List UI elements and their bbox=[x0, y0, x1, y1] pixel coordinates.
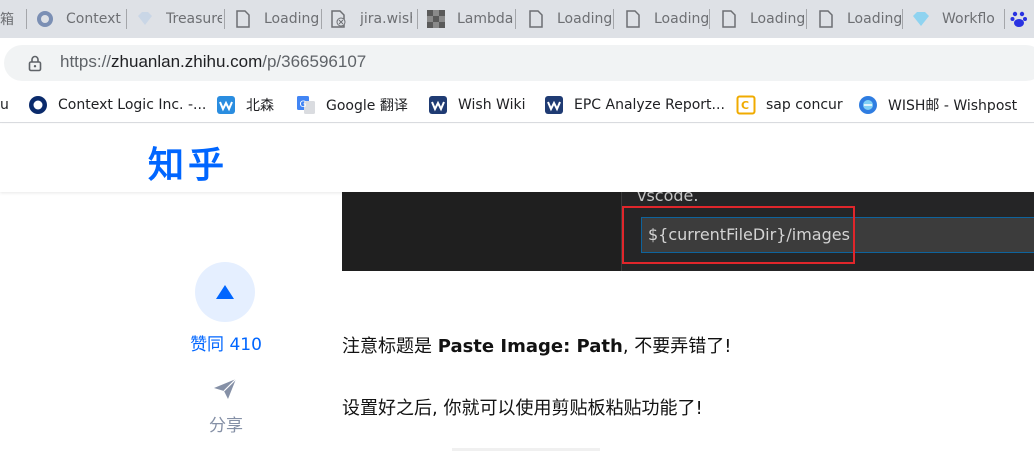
bookmark-epc-analyze[interactable]: EPC Analyze Report... bbox=[544, 87, 725, 122]
triangle-up-icon bbox=[216, 285, 234, 299]
bookmark-context-logic[interactable]: Context Logic Inc. -... bbox=[28, 87, 207, 122]
wishpost-icon bbox=[858, 95, 878, 115]
bookmark-label: WISH邮 - Wishpost bbox=[888, 98, 1018, 114]
tab-baidu[interactable] bbox=[1010, 0, 1034, 38]
page-error-icon bbox=[330, 10, 348, 28]
bookmark-wish-wiki[interactable]: Wish Wiki bbox=[428, 87, 526, 122]
article-content: vscode. ${currentFileDir}/images 赞同 410 … bbox=[0, 192, 1034, 451]
tab-separator bbox=[613, 9, 614, 29]
url-text[interactable]: https://zhuanlan.zhihu.com/p/366596107 bbox=[60, 52, 366, 72]
paragraph-text: 注意标题是 bbox=[342, 336, 438, 357]
wish-icon bbox=[544, 95, 564, 115]
page-icon bbox=[817, 10, 835, 28]
tab-context[interactable]: Context bbox=[36, 0, 122, 38]
gem-icon bbox=[136, 10, 154, 28]
tab-title: Workflo bbox=[942, 11, 995, 27]
zhihu-logo[interactable]: 知乎 bbox=[148, 136, 228, 188]
svg-text:G: G bbox=[300, 100, 307, 110]
page-icon bbox=[527, 10, 545, 28]
tab-loading-3[interactable]: Loading bbox=[624, 0, 708, 38]
tab-loading-5[interactable]: Loading bbox=[817, 0, 901, 38]
url-host: zhuanlan.zhihu.com bbox=[111, 52, 263, 71]
tab-jira[interactable]: jira.wish bbox=[330, 0, 412, 38]
tab-treasure[interactable]: Treasure bbox=[136, 0, 222, 38]
bookmark-label: Google 翻译 bbox=[326, 98, 408, 114]
tab-separator bbox=[902, 9, 903, 29]
paw-icon bbox=[1010, 10, 1028, 28]
address-bar[interactable]: https://zhuanlan.zhihu.com/p/366596107 bbox=[4, 45, 1034, 81]
tab-separator bbox=[321, 9, 322, 29]
bookmark-label: sap concur bbox=[766, 97, 843, 113]
page-icon bbox=[720, 10, 738, 28]
article-paragraph: 注意标题是 Paste Image: Path, 不要弄错了! bbox=[342, 332, 732, 358]
paragraph-bold-text: Paste Image: Path bbox=[437, 336, 623, 357]
tab-separator bbox=[224, 9, 225, 29]
bookmarks-bar: u Context Logic Inc. -... 北森 G Google 翻译… bbox=[0, 87, 1034, 123]
bookmark-beisen[interactable]: 北森 bbox=[216, 87, 274, 122]
paragraph-text: , 不要弄错了! bbox=[622, 336, 732, 357]
highlight-box bbox=[622, 206, 855, 264]
tab-mail[interactable]: 箱 bbox=[0, 0, 26, 38]
google-translate-icon: G bbox=[296, 95, 316, 115]
tab-separator bbox=[515, 9, 516, 29]
tab-title: Loading bbox=[847, 11, 901, 27]
tab-lambda[interactable]: Lambda bbox=[427, 0, 513, 38]
lock-icon[interactable] bbox=[26, 54, 44, 72]
share-button[interactable]: 分享 bbox=[176, 411, 276, 436]
tab-separator bbox=[126, 9, 127, 29]
bookmark-label: Wish Wiki bbox=[458, 97, 526, 113]
tab-separator bbox=[806, 9, 807, 29]
tab-loading-2[interactable]: Loading bbox=[527, 0, 611, 38]
diamond-icon bbox=[912, 10, 930, 28]
circle-favicon-icon bbox=[36, 10, 54, 28]
bookmark-label: EPC Analyze Report... bbox=[574, 97, 725, 113]
zhihu-header: 知乎 bbox=[0, 124, 1034, 192]
beisen-icon bbox=[216, 95, 236, 115]
article-paragraph: 设置好之后, 你就可以使用剪贴板粘贴功能了! bbox=[342, 398, 703, 419]
tab-separator bbox=[1004, 9, 1005, 29]
tab-workflow[interactable]: Workflo bbox=[912, 0, 1004, 38]
page-icon bbox=[234, 10, 252, 28]
upvote-button[interactable] bbox=[195, 262, 255, 322]
bookmark-sap-concur[interactable]: C sap concur bbox=[736, 87, 843, 122]
tab-loading-4[interactable]: Loading bbox=[720, 0, 804, 38]
tab-title: Loading bbox=[750, 11, 804, 27]
tab-title: jira.wish bbox=[360, 11, 412, 27]
tab-title: Context bbox=[66, 11, 121, 27]
tab-title: Loading bbox=[557, 11, 611, 27]
bookmark-google-translate[interactable]: G Google 翻译 bbox=[296, 87, 408, 122]
code-caption: vscode. bbox=[637, 192, 699, 205]
bookmark-label: 北森 bbox=[246, 98, 274, 114]
upvote-count[interactable]: 赞同 410 bbox=[176, 330, 276, 355]
tab-separator bbox=[26, 9, 27, 29]
article-screenshot-image: vscode. ${currentFileDir}/images bbox=[342, 192, 1034, 271]
url-path: /p/366596107 bbox=[262, 52, 367, 71]
page-icon bbox=[624, 10, 642, 28]
tab-separator bbox=[417, 9, 418, 29]
paper-plane-icon[interactable] bbox=[213, 378, 237, 400]
wish-icon bbox=[428, 95, 448, 115]
bookmark-label: u bbox=[0, 97, 9, 113]
svg-text:C: C bbox=[741, 99, 749, 112]
checker-icon bbox=[427, 10, 445, 28]
context-logic-icon bbox=[28, 95, 48, 115]
tab-title: Loading bbox=[264, 11, 318, 27]
concur-icon: C bbox=[736, 95, 756, 115]
tab-loading-1[interactable]: Loading bbox=[234, 0, 318, 38]
tab-separator bbox=[709, 9, 710, 29]
browser-toolbar: https://zhuanlan.zhihu.com/p/366596107 bbox=[0, 38, 1034, 87]
tab-title: 箱 bbox=[0, 12, 14, 28]
bookmark-partial[interactable]: u bbox=[0, 87, 9, 122]
bookmark-label: Context Logic Inc. -... bbox=[58, 97, 207, 113]
tab-title: Lambda bbox=[457, 11, 513, 27]
tab-title: Loading bbox=[654, 11, 708, 27]
tab-title: Treasure bbox=[166, 11, 222, 27]
tab-strip: 箱 Context Treasure Loading jira.wish Lam… bbox=[0, 0, 1034, 38]
bookmark-wishpost[interactable]: WISH邮 - Wishpost bbox=[858, 87, 1018, 122]
